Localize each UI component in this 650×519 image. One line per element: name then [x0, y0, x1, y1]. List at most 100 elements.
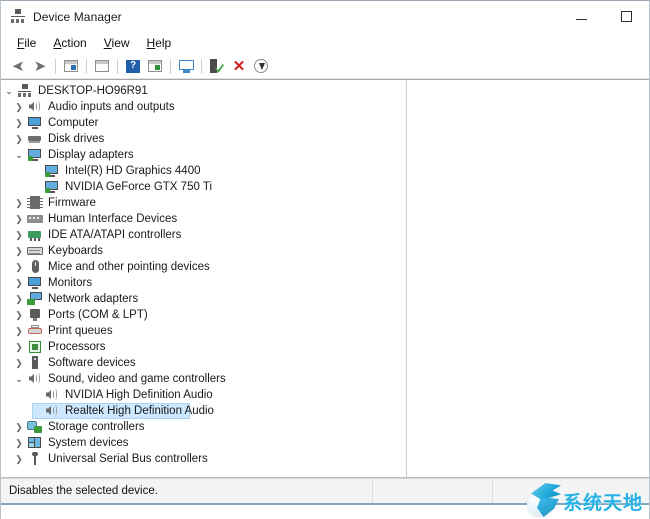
update-driver-icon — [148, 60, 162, 72]
tree-item-label: Computer — [48, 115, 99, 131]
chevron-right-icon[interactable]: ❯ — [11, 435, 27, 451]
chevron-right-icon[interactable]: ❯ — [11, 307, 27, 323]
tree-row[interactable]: Realtek High Definition Audio — [1, 403, 406, 419]
forward-button[interactable]: ➤ — [29, 56, 51, 77]
status-bar: Disables the selected device. — [1, 478, 649, 503]
tree-row[interactable]: ❯ Ports (COM & LPT) — [1, 307, 406, 323]
update-driver-button[interactable] — [144, 56, 166, 77]
chevron-right-icon[interactable]: ❯ — [11, 259, 27, 275]
chevron-right-icon[interactable]: ❯ — [11, 275, 27, 291]
tree-item-label: Ports (COM & LPT) — [48, 307, 148, 323]
usb-icon — [27, 452, 43, 466]
software-device-icon — [27, 356, 43, 370]
window-title: Device Manager — [33, 10, 122, 24]
system-device-icon — [27, 436, 43, 450]
ide-controller-icon — [27, 228, 43, 242]
menu-item-view[interactable]: View — [96, 34, 139, 52]
tree-item-label: IDE ATA/ATAPI controllers — [48, 227, 181, 243]
tree-item-label: NVIDIA GeForce GTX 750 Ti — [65, 179, 212, 195]
tree-row[interactable]: ❯Audio inputs and outputs — [1, 99, 406, 115]
title-bar: Device Manager — [1, 1, 649, 32]
chevron-right-icon[interactable]: ❯ — [11, 227, 27, 243]
tree-row[interactable]: ❯Network adapters — [1, 291, 406, 307]
chevron-right-icon[interactable]: ❯ — [11, 115, 27, 131]
chevron-right-icon[interactable]: ❯ — [11, 243, 27, 259]
scan-hardware-button[interactable] — [175, 56, 197, 77]
show-hide-console-tree-button[interactable] — [60, 56, 82, 77]
tree-row[interactable]: ❯Processors — [1, 339, 406, 355]
speaker-icon — [44, 404, 60, 418]
tree-row[interactable]: ⌄ Sound, video and game controllers — [1, 371, 406, 387]
tree-item-label: System devices — [48, 435, 129, 451]
tree-row[interactable]: NVIDIA GeForce GTX 750 Ti — [1, 179, 406, 195]
tree-row[interactable]: ❯Universal Serial Bus controllers — [1, 451, 406, 467]
menu-label-action: ction — [61, 36, 86, 50]
speaker-icon — [27, 372, 43, 386]
tree-row-root[interactable]: ⌄ DESKTOP-HO96R91 — [1, 83, 406, 99]
tree-item-label: Realtek High Definition Audio — [65, 403, 214, 419]
help-button[interactable]: ? — [122, 56, 144, 77]
tree-item-label: Sound, video and game controllers — [48, 371, 226, 387]
chevron-right-icon[interactable]: ❯ — [11, 195, 27, 211]
tree-row[interactable]: ❯ Software devices — [1, 355, 406, 371]
device-tree[interactable]: ⌄ DESKTOP-HO96R91 ❯Audio inputs and outp… — [1, 80, 407, 477]
tree-row[interactable]: Intel(R) HD Graphics 4400 — [1, 163, 406, 179]
chevron-down-icon[interactable]: ⌄ — [11, 371, 27, 387]
enable-device-button[interactable] — [206, 56, 228, 77]
speaker-icon — [44, 388, 60, 402]
chevron-right-icon[interactable]: ❯ — [11, 355, 27, 371]
tree-row[interactable]: ❯ System devices — [1, 435, 406, 451]
uninstall-device-button[interactable]: ✕ — [228, 56, 250, 77]
tree-row[interactable]: ❯Storage controllers — [1, 419, 406, 435]
tree-row[interactable]: ❯ IDE ATA/ATAPI controllers — [1, 227, 406, 243]
chevron-right-icon[interactable]: ❯ — [11, 419, 27, 435]
chevron-right-icon[interactable]: ❯ — [11, 339, 27, 355]
tree-row[interactable]: ❯Print queues — [1, 323, 406, 339]
status-segment-3 — [493, 479, 649, 504]
tree-row[interactable]: ❯ Disk drives — [1, 131, 406, 147]
tree-item-label: Human Interface Devices — [48, 211, 177, 227]
toolbar-separator — [201, 59, 202, 74]
properties-button[interactable] — [91, 56, 113, 77]
tree-item-label: Software devices — [48, 355, 136, 371]
menu-item-file[interactable]: File — [9, 34, 45, 52]
display-adapter-icon — [44, 164, 60, 178]
chevron-right-icon[interactable]: ❯ — [11, 291, 27, 307]
minimize-button[interactable] — [559, 1, 604, 32]
device-manager-icon — [10, 9, 26, 25]
tree-item-label: Keyboards — [48, 243, 103, 259]
uninstall-x-icon: ✕ — [233, 59, 246, 74]
device-manager-window: Device Manager File Action View Help ➤ ➤… — [0, 0, 650, 519]
chevron-right-icon[interactable]: ❯ — [11, 211, 27, 227]
forward-arrow-icon: ➤ — [34, 59, 47, 74]
chevron-right-icon[interactable]: ❯ — [11, 323, 27, 339]
network-adapter-icon — [27, 292, 43, 306]
chevron-down-icon[interactable]: ⌄ — [11, 147, 27, 163]
tree-row[interactable]: ❯ Firmware — [1, 195, 406, 211]
chevron-right-icon[interactable]: ❯ — [11, 451, 27, 467]
hid-icon — [27, 212, 43, 226]
maximize-button[interactable] — [604, 1, 649, 32]
tree-item-label: Firmware — [48, 195, 96, 211]
back-button[interactable]: ➤ — [7, 56, 29, 77]
tree-item-label: NVIDIA High Definition Audio — [65, 387, 213, 403]
tree-item-label: Disk drives — [48, 131, 104, 147]
menu-item-action[interactable]: Action — [45, 34, 95, 52]
scan-monitor-icon — [179, 60, 194, 73]
tree-row[interactable]: ❯ Keyboards — [1, 243, 406, 259]
display-adapter-icon — [27, 148, 43, 162]
tree-row[interactable]: ⌄Display adapters — [1, 147, 406, 163]
toolbar-separator — [86, 59, 87, 74]
enable-device-icon — [210, 59, 224, 73]
add-legacy-hardware-button[interactable] — [250, 56, 272, 77]
content-area: ⌄ DESKTOP-HO96R91 ❯Audio inputs and outp… — [1, 79, 649, 478]
chevron-right-icon[interactable]: ❯ — [11, 131, 27, 147]
tree-row[interactable]: ❯ Computer — [1, 115, 406, 131]
tree-row[interactable]: ❯ Human Interface Devices — [1, 211, 406, 227]
tree-row[interactable]: NVIDIA High Definition Audio — [1, 387, 406, 403]
chevron-down-icon[interactable]: ⌄ — [1, 83, 17, 99]
chevron-right-icon[interactable]: ❯ — [11, 99, 27, 115]
menu-item-help[interactable]: Help — [139, 34, 181, 52]
tree-row[interactable]: ❯Monitors — [1, 275, 406, 291]
tree-row[interactable]: ❯Mice and other pointing devices — [1, 259, 406, 275]
